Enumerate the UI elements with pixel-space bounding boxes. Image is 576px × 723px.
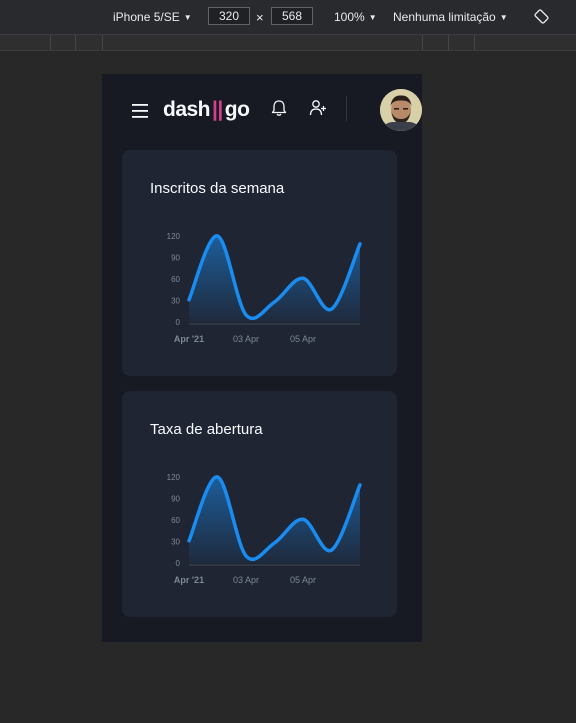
y-tick-label: 0 — [176, 318, 181, 327]
x-tick-label: Apr '21 — [174, 575, 204, 585]
logo-go: go — [224, 98, 250, 121]
dimension-separator: × — [256, 10, 264, 25]
bell-icon[interactable] — [271, 99, 287, 117]
chevron-down-icon: ▼ — [368, 12, 377, 22]
throttling-label: Nenhuma limitação — [393, 10, 496, 24]
logo-dash: dash — [163, 98, 211, 121]
y-tick-label: 30 — [171, 297, 180, 306]
width-input[interactable] — [208, 7, 250, 25]
area-fill — [189, 235, 360, 322]
x-tick-label: 03 Apr — [233, 334, 259, 344]
logo[interactable]: dash||go — [163, 98, 250, 122]
header-divider — [346, 96, 347, 121]
menu-icon[interactable] — [132, 104, 148, 118]
chevron-down-icon: ▼ — [499, 12, 508, 22]
y-tick-label: 90 — [171, 254, 180, 263]
open-rate-chart: 120 90 60 30 0 Apr '21 03 Apr 05 Apr — [167, 473, 362, 585]
y-tick-label: 0 — [176, 559, 181, 568]
x-tick-label: Apr '21 — [174, 334, 204, 344]
device-label: iPhone 5/SE — [113, 10, 180, 24]
device-viewport: dash||go Inscritos da semana 120 90 60 3… — [102, 74, 422, 642]
avatar-photo — [380, 89, 422, 131]
chevron-down-icon: ▼ — [183, 12, 192, 22]
media-query-ruler — [0, 34, 576, 51]
zoom-label: 100% — [334, 10, 365, 24]
height-input[interactable] — [271, 7, 313, 25]
chart-card: Inscritos da semana 120 90 60 30 0 Apr '21 03 … — [122, 150, 397, 376]
chart-card: Taxa de abertura 120 90 60 30 0 Apr '21 03 Apr… — [122, 391, 397, 617]
zoom-select[interactable]: 100% ▼ — [334, 10, 377, 24]
y-tick-label: 120 — [167, 473, 181, 482]
logo-separator: || — [212, 98, 223, 121]
y-tick-label: 120 — [167, 232, 181, 241]
area-fill — [189, 476, 360, 563]
x-tick-label: 03 Apr — [233, 575, 259, 585]
device-select[interactable]: iPhone 5/SE ▼ — [113, 10, 192, 24]
x-tick-label: 05 Apr — [290, 575, 316, 585]
subscribers-chart: 120 90 60 30 0 Apr '21 03 Apr 05 Apr — [167, 232, 362, 344]
y-tick-label: 60 — [171, 516, 180, 525]
app-header: dash||go — [102, 74, 422, 146]
add-user-icon[interactable] — [309, 99, 327, 117]
avatar[interactable] — [380, 89, 422, 131]
y-tick-label: 60 — [171, 275, 180, 284]
y-tick-label: 90 — [171, 495, 180, 504]
x-tick-label: 05 Apr — [290, 334, 316, 344]
device-toolbar: iPhone 5/SE ▼ × 100% ▼ Nenhuma limitação… — [0, 0, 576, 34]
throttling-select[interactable]: Nenhuma limitação ▼ — [393, 10, 508, 24]
rotate-icon[interactable] — [534, 9, 549, 24]
y-tick-label: 30 — [171, 538, 180, 547]
